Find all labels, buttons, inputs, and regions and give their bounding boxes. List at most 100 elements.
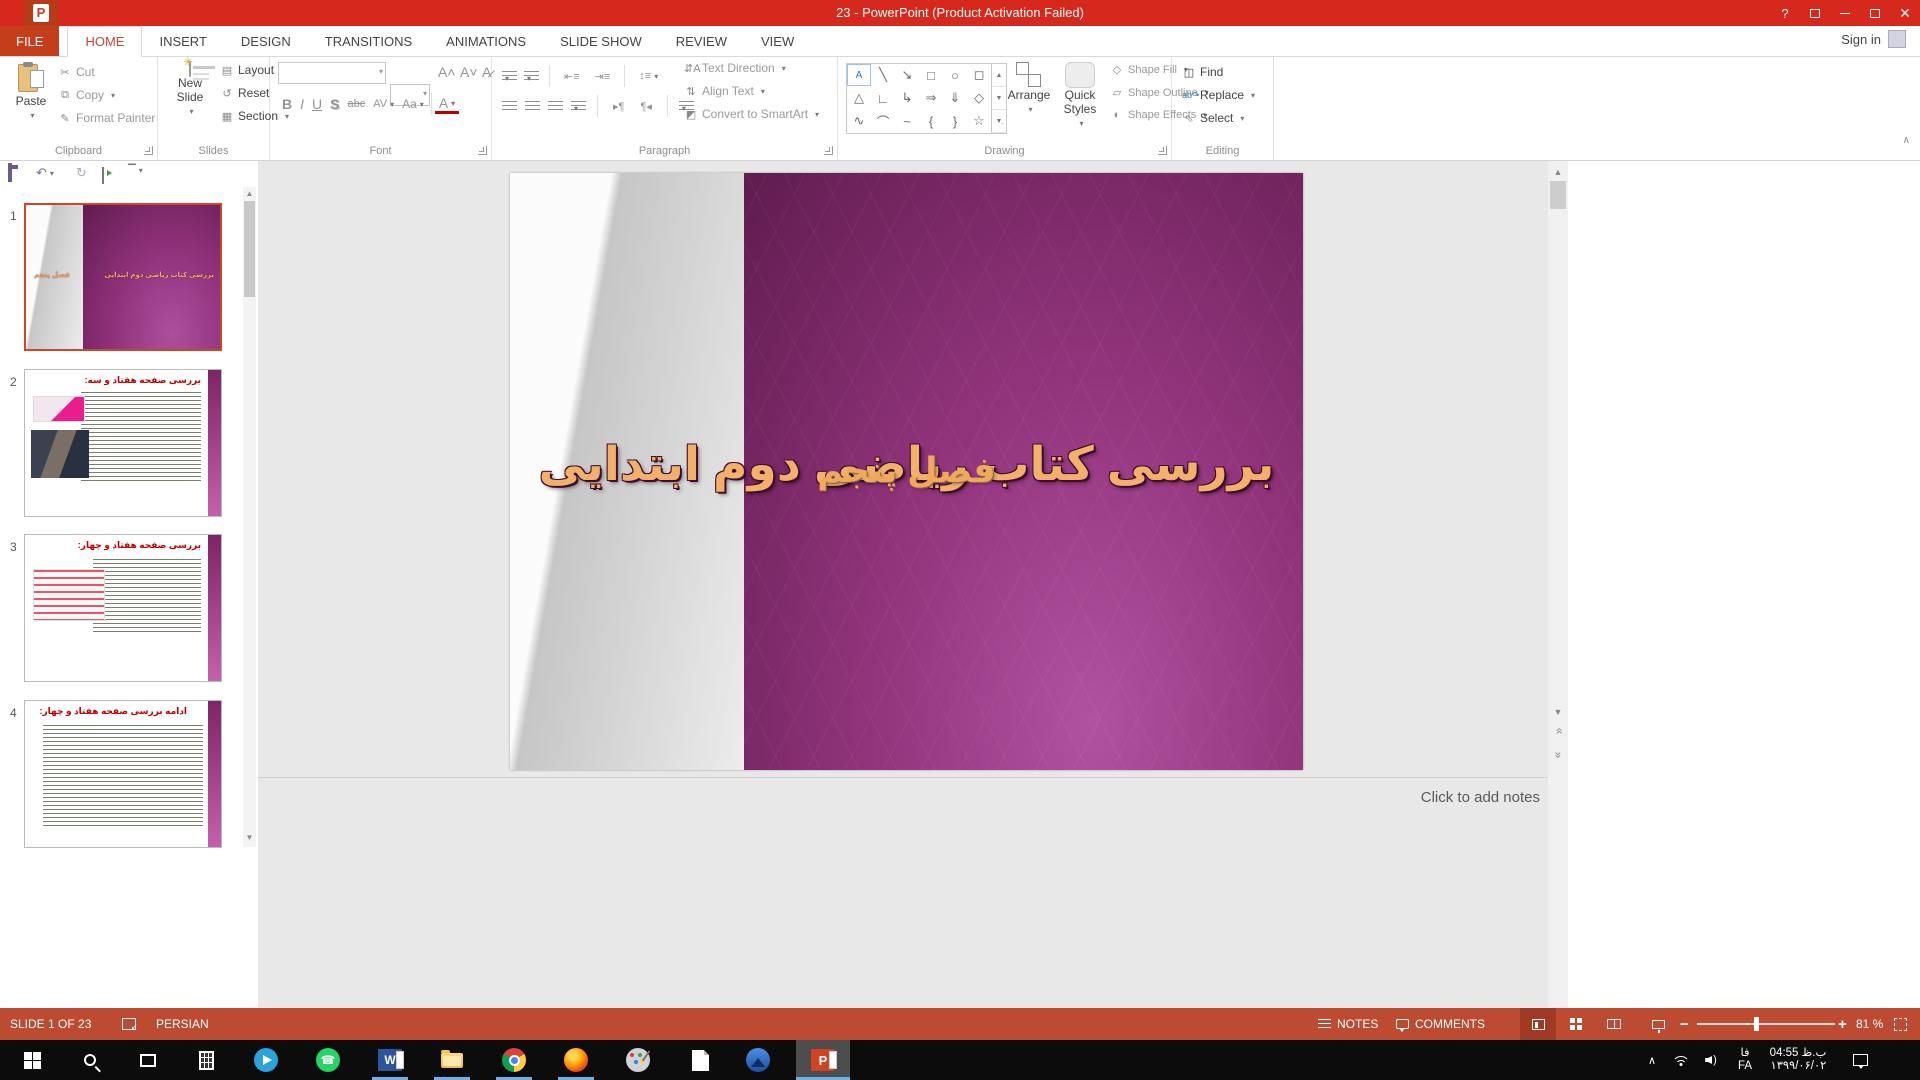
taskbar-firefox[interactable] [552, 1040, 600, 1080]
tab-animations[interactable]: ANIMATIONS [429, 26, 543, 56]
convert-smartart-button[interactable]: ◩ Convert to SmartArt [684, 107, 819, 121]
action-center-button[interactable] [1840, 1040, 1880, 1080]
copy-button[interactable]: ⧉ Copy [58, 88, 115, 102]
format-painter-button[interactable]: ✎ Format Painter [58, 111, 155, 125]
align-left-button[interactable] [502, 101, 517, 112]
thumbnail-scrollbar[interactable]: ▲ ▼ [243, 187, 256, 847]
tab-review[interactable]: REVIEW [659, 26, 744, 56]
arrange-dropdown-arrow-icon[interactable] [1025, 102, 1032, 116]
shape-arc[interactable]: ⌒ [871, 110, 895, 132]
notes-splitter[interactable] [258, 777, 1548, 778]
text-direction-button[interactable]: ⇵A Text Direction [684, 61, 786, 75]
align-right-button[interactable] [548, 101, 563, 112]
thumbnail-slide-4[interactable]: ادامه بررسی صفحه هفتاد و چهار: [24, 700, 222, 848]
next-slide-button[interactable]: » [1548, 745, 1568, 762]
tab-view[interactable]: VIEW [744, 26, 811, 56]
shape-elbow-arrow[interactable]: ↳ [895, 87, 919, 109]
close-button[interactable]: ✕ [1890, 0, 1920, 26]
shape-right-brace[interactable]: } [943, 110, 967, 132]
tab-file[interactable]: FILE [0, 26, 59, 56]
shape-rectangle[interactable]: □ [919, 64, 943, 86]
clipboard-dialog-launcher[interactable] [144, 146, 153, 155]
shape-line[interactable]: ╲ [871, 64, 895, 86]
rtl-direction-button[interactable]: ¶◂ [636, 100, 655, 113]
taskbar-word[interactable]: W [366, 1040, 414, 1080]
shape-right-arrow[interactable]: ⇒ [919, 87, 943, 109]
thumbnail-slide-3[interactable]: بررسی صفحه هفتاد و چهار: [24, 534, 222, 682]
taskbar-calculator[interactable] [182, 1040, 230, 1080]
taskbar-vpn[interactable] [734, 1040, 782, 1080]
shape-curve[interactable]: ~ [895, 110, 919, 132]
task-view-button[interactable] [124, 1040, 172, 1080]
tab-slide-show[interactable]: SLIDE SHOW [543, 26, 659, 56]
normal-view-button[interactable] [1520, 1008, 1556, 1040]
undo-button[interactable]: ↶ [36, 165, 54, 181]
redo-button[interactable]: ↻ [76, 165, 87, 181]
slide-subtitle-text[interactable]: فصل پنجم [542, 451, 1272, 491]
tray-chevron-button[interactable]: ∧ [1640, 1040, 1664, 1080]
tray-clock[interactable]: 04:55 ب.ظ ۱۳۹۹/۰۶/۰۲ [1762, 1040, 1834, 1080]
ribbon-display-options-button[interactable] [1800, 0, 1830, 26]
taskbar-powerpoint[interactable]: P [796, 1040, 850, 1080]
main-scrollbar[interactable]: ▲ ▼ » » [1548, 161, 1568, 1008]
font-dialog-launcher[interactable] [478, 146, 487, 155]
scroll-thumb[interactable] [1550, 181, 1566, 209]
shape-rounded-rectangle[interactable]: ◻ [967, 64, 991, 86]
bold-button[interactable]: B [278, 96, 296, 112]
shape-elbow[interactable]: ∟ [871, 87, 895, 109]
spell-check-button[interactable] [122, 1008, 136, 1040]
quick-styles-dropdown-arrow-icon[interactable] [1076, 116, 1083, 130]
tab-design[interactable]: DESIGN [224, 26, 308, 56]
align-text-button[interactable]: ⇅ Align Text [684, 84, 765, 98]
shape-star[interactable]: ☆ [967, 110, 991, 132]
shape-textbox[interactable]: A [847, 64, 871, 86]
start-button[interactable] [8, 1040, 56, 1080]
notes-placeholder[interactable]: Click to add notes [1421, 789, 1540, 806]
paste-dropdown-arrow-icon[interactable] [27, 108, 34, 122]
underline-button[interactable]: U [308, 96, 326, 112]
taskbar-paint[interactable] [614, 1040, 662, 1080]
justify-button[interactable] [571, 101, 586, 112]
thumbnail-slide-2[interactable]: بررسی صفحه هفتاد و سه: [24, 369, 222, 517]
zoom-in-button[interactable]: + [1838, 1008, 1847, 1040]
drawing-dialog-launcher[interactable] [1158, 146, 1167, 155]
help-button[interactable]: ? [1770, 0, 1800, 26]
language-indicator[interactable]: PERSIAN [156, 1008, 209, 1040]
notes-toggle-button[interactable]: NOTES [1318, 1008, 1378, 1040]
scroll-up-icon[interactable]: ▲ [1548, 163, 1568, 180]
fit-slide-button[interactable] [1894, 1008, 1907, 1040]
numbering-button[interactable] [524, 71, 539, 82]
previous-slide-button[interactable]: » [1548, 723, 1568, 740]
slide-sorter-view-button[interactable] [1558, 1008, 1594, 1040]
tray-volume-button[interactable]: ) [1698, 1040, 1724, 1080]
slideshow-view-button[interactable] [1640, 1008, 1676, 1040]
ltr-direction-button[interactable]: ▸¶ [609, 100, 628, 113]
font-color-button[interactable]: A [435, 95, 459, 114]
quick-styles-button[interactable]: Quick Styles [1054, 62, 1106, 130]
text-shadow-button[interactable]: S [326, 96, 343, 112]
shape-scribble[interactable]: ∿ [847, 110, 871, 132]
thumb-scroll-thumb[interactable] [244, 201, 255, 297]
bullets-button[interactable] [502, 71, 517, 82]
new-slide-button[interactable]: ✳ New Slide [164, 62, 216, 118]
start-slideshow-button[interactable] [102, 168, 104, 183]
shape-oval[interactable]: ○ [943, 64, 967, 86]
shape-left-brace[interactable]: { [919, 110, 943, 132]
thumb-scroll-down-icon[interactable]: ▼ [243, 833, 256, 842]
sign-in-button[interactable]: Sign in [1841, 30, 1906, 48]
reset-button[interactable]: ↺ Reset [220, 86, 269, 100]
restore-button[interactable] [1860, 0, 1890, 26]
reading-view-button[interactable] [1596, 1008, 1632, 1040]
minimize-button[interactable] [1830, 0, 1860, 26]
tab-transitions[interactable]: TRANSITIONS [308, 26, 429, 56]
customize-qat-button[interactable]: ▔ [128, 165, 143, 176]
change-case-button[interactable]: Aa [398, 97, 428, 111]
shape-arrow[interactable]: ↘ [895, 64, 919, 86]
arrange-button[interactable]: Arrange [1004, 62, 1054, 116]
font-name-combobox[interactable] [278, 62, 386, 84]
shape-triangle[interactable]: △ [847, 87, 871, 109]
zoom-slider-track[interactable] [1697, 1023, 1835, 1025]
taskbar-search-button[interactable] [66, 1040, 114, 1080]
tray-network-button[interactable] [1668, 1040, 1694, 1080]
italic-button[interactable]: I [296, 96, 308, 112]
